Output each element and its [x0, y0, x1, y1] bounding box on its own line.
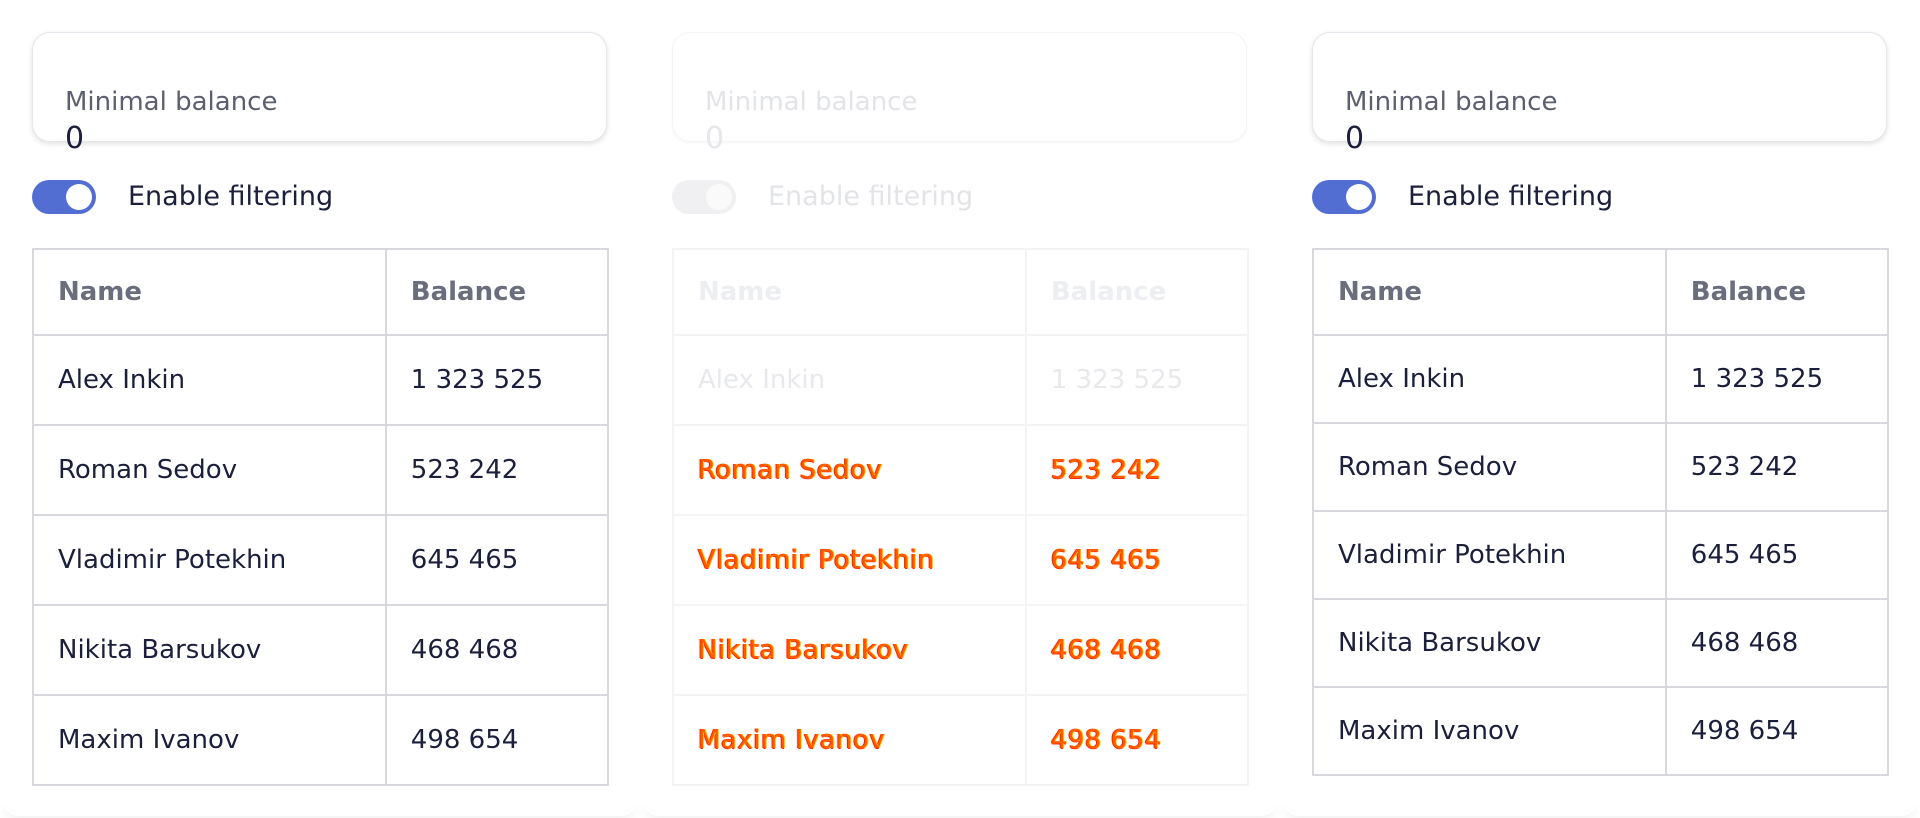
card-edge [4, 802, 636, 816]
filter-panel-3: Minimal balance 0 Enable filtering Name … [1280, 0, 1920, 818]
header-name[interactable]: Name [1312, 248, 1667, 336]
minimal-balance-field[interactable]: Minimal balance 0 [1312, 32, 1887, 156]
cell-balance: 498 654 [384, 694, 610, 786]
cell-name: Alex Inkin [32, 334, 387, 426]
table-row[interactable]: Vladimir Potekhin 645 465 [1312, 510, 1890, 600]
cell-balance: 468 468 [384, 604, 610, 696]
card-edge [1284, 802, 1916, 816]
cell-balance: 645 465 [1024, 514, 1250, 606]
table-header-row: Name Balance [32, 248, 610, 336]
toggle-knob [66, 184, 92, 210]
balance-table: Name Balance Alex Inkin 1 323 525 Roman … [672, 248, 1250, 786]
table-row[interactable]: Vladimir Potekhin 645 465 [32, 514, 610, 606]
cell-balance: 1 323 525 [1664, 334, 1890, 424]
toggle-knob [706, 184, 732, 210]
toggle-label[interactable]: Enable filtering [128, 180, 333, 214]
balance-table: Name Balance Alex Inkin 1 323 525 Roman … [32, 248, 610, 786]
cell-balance: 523 242 [1024, 424, 1250, 516]
cell-balance: 523 242 [384, 424, 610, 516]
table-row[interactable]: Roman Sedov 523 242 [32, 424, 610, 516]
cell-name: Alex Inkin [1312, 334, 1667, 424]
table-header-row: Name Balance [672, 248, 1250, 336]
enable-filtering-toggle [672, 180, 736, 214]
cell-balance: 645 465 [384, 514, 610, 606]
toggle-label: Enable filtering [768, 181, 974, 212]
field-label: Minimal balance [1345, 87, 1558, 117]
table-row[interactable]: Roman Sedov 523 242 [1312, 422, 1890, 512]
table-row: Alex Inkin 1 323 525 [672, 334, 1250, 426]
cell-balance: 498 654 [1664, 686, 1890, 776]
field-label: Minimal balance [705, 87, 918, 117]
enable-filtering-toggle[interactable] [32, 180, 96, 214]
enable-filtering-toggle[interactable] [1312, 180, 1376, 214]
table-row[interactable]: Alex Inkin 1 323 525 [32, 334, 610, 426]
balance-table: Name Balance Alex Inkin 1 323 525 Roman … [1312, 248, 1890, 776]
table-row[interactable]: Maxim Ivanov 498 654 [32, 694, 610, 786]
toggle-knob [1346, 184, 1372, 210]
filter-panel-1: Minimal balance 0 Enable filtering Name … [0, 0, 640, 818]
cell-name: Maxim Ivanov [32, 694, 387, 786]
cell-name: Roman Sedov [1312, 422, 1667, 512]
header-balance: Balance [1024, 248, 1250, 336]
cell-name: Nikita Barsukov [1312, 598, 1667, 688]
field-label: Minimal balance [65, 87, 278, 117]
table-header-row: Name Balance [1312, 248, 1890, 336]
field-value: 0 [705, 121, 725, 156]
table-row[interactable]: Nikita Barsukov 468 468 [1312, 598, 1890, 688]
cell-name: Alex Inkin [672, 334, 1027, 426]
filter-panel-2-disabled: Minimal balance 0 Enable filtering Name … [640, 0, 1280, 818]
field-value[interactable]: 0 [65, 121, 84, 156]
cell-name: Maxim Ivanov [672, 694, 1027, 786]
cell-balance: 468 468 [1024, 604, 1250, 696]
cell-balance: 468 468 [1664, 598, 1890, 688]
table-row[interactable]: Maxim Ivanov 498 654 [1312, 686, 1890, 776]
cell-balance: 523 242 [1664, 422, 1890, 512]
table-row: Nikita Barsukov 468 468 [672, 604, 1250, 696]
cell-balance: 498 654 [1024, 694, 1250, 786]
cell-name: Vladimir Potekhin [1312, 510, 1667, 600]
header-balance[interactable]: Balance [1664, 248, 1890, 336]
header-name: Name [672, 248, 1027, 336]
table-row: Roman Sedov 523 242 [672, 424, 1250, 516]
cell-name: Nikita Barsukov [672, 604, 1027, 696]
cell-balance: 1 323 525 [1024, 334, 1250, 426]
header-balance[interactable]: Balance [384, 248, 610, 336]
table-row[interactable]: Alex Inkin 1 323 525 [1312, 334, 1890, 424]
minimal-balance-field[interactable]: Minimal balance 0 [32, 32, 607, 156]
cell-name: Roman Sedov [672, 424, 1027, 516]
cell-name: Maxim Ivanov [1312, 686, 1667, 776]
cell-name: Nikita Barsukov [32, 604, 387, 696]
cell-balance: 645 465 [1664, 510, 1890, 600]
header-name[interactable]: Name [32, 248, 387, 336]
toggle-label[interactable]: Enable filtering [1408, 180, 1613, 214]
card-edge [644, 802, 1276, 816]
cell-name: Vladimir Potekhin [672, 514, 1027, 606]
cell-balance: 1 323 525 [384, 334, 610, 426]
table-row: Maxim Ivanov 498 654 [672, 694, 1250, 786]
table-row[interactable]: Nikita Barsukov 468 468 [32, 604, 610, 696]
field-value[interactable]: 0 [1345, 121, 1364, 156]
cell-name: Vladimir Potekhin [32, 514, 387, 606]
table-row: Vladimir Potekhin 645 465 [672, 514, 1250, 606]
minimal-balance-field: Minimal balance 0 [672, 32, 1247, 156]
cell-name: Roman Sedov [32, 424, 387, 516]
